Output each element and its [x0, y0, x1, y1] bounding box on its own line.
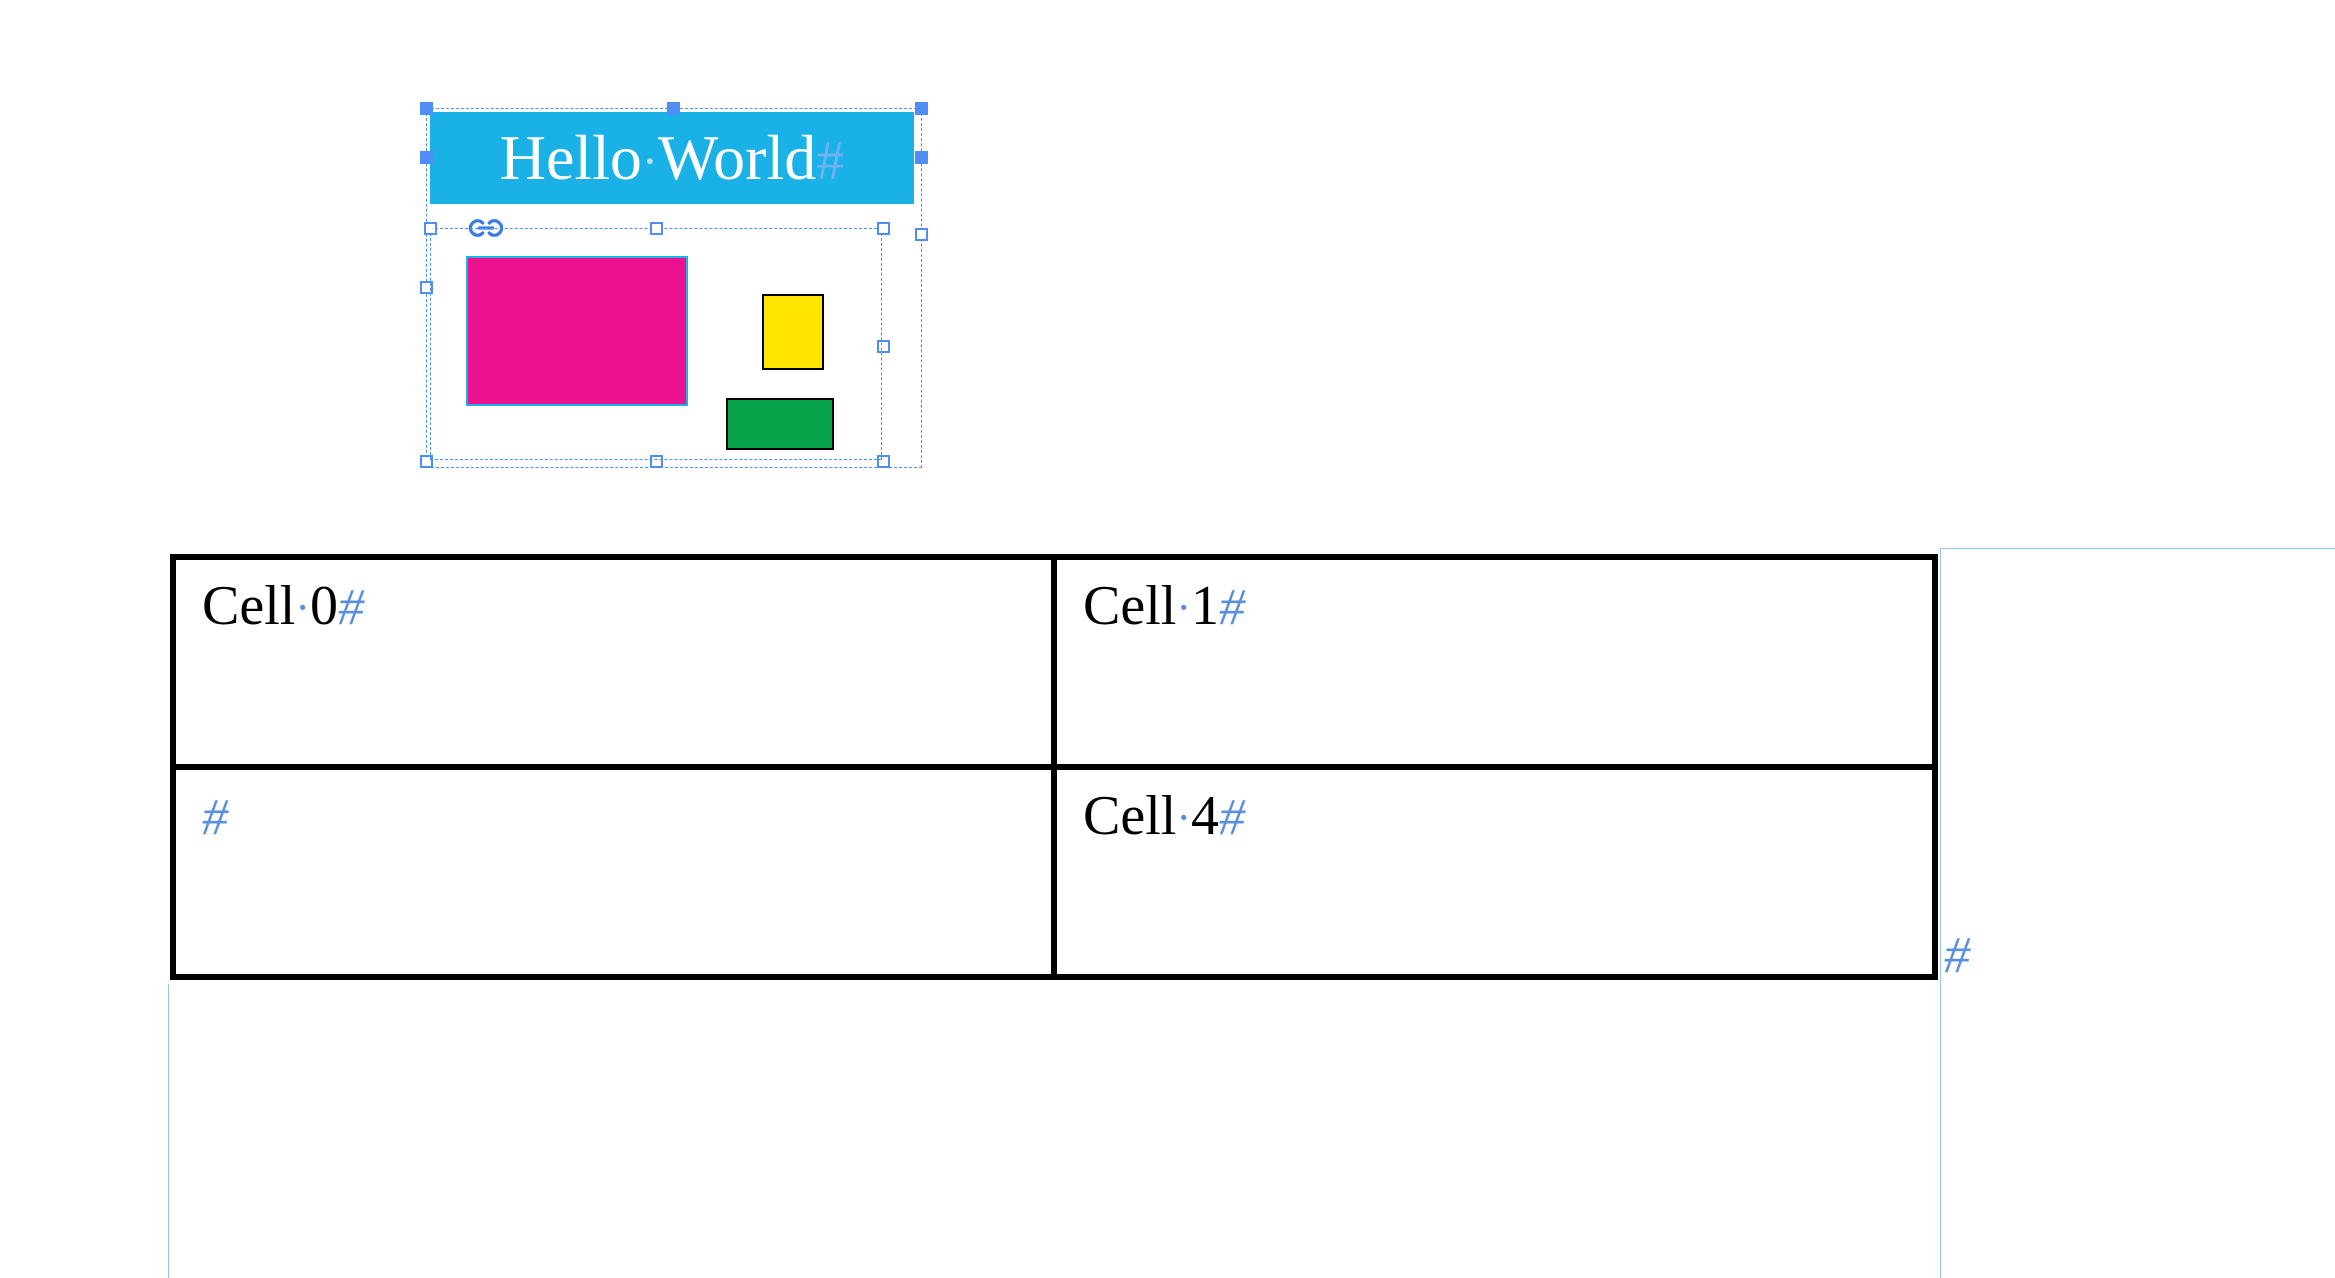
- space-mark-icon: ·: [295, 583, 310, 632]
- paragraph-mark-icon: #: [202, 789, 228, 846]
- text-frame-right-edge: [1940, 548, 1941, 1278]
- layout-table[interactable]: Cell·0# Cell·1# # Cell·4#: [170, 554, 1938, 980]
- selection-handle[interactable]: [650, 222, 663, 235]
- selection-handle[interactable]: [424, 222, 437, 235]
- space-mark-icon: ·: [1176, 793, 1191, 842]
- cell-text-num: 1: [1191, 575, 1219, 637]
- selection-handle[interactable]: [420, 151, 433, 164]
- table-cell-3[interactable]: Cell·4#: [1054, 767, 1935, 977]
- table-cell-1[interactable]: Cell·1#: [1054, 557, 1935, 767]
- selected-group[interactable]: Hello·World#: [426, 108, 922, 468]
- cell-text-word: Cell: [1083, 575, 1176, 637]
- paragraph-mark-icon: #: [1944, 926, 1970, 985]
- paragraph-mark-icon: #: [1219, 789, 1245, 846]
- cell-text-word: Cell: [1083, 785, 1176, 847]
- table-row: Cell·0# Cell·1#: [173, 557, 1935, 767]
- table-cell-2[interactable]: #: [173, 767, 1054, 977]
- table-cell-0[interactable]: Cell·0#: [173, 557, 1054, 767]
- selection-handle[interactable]: [915, 102, 928, 115]
- selection-bounding-box-graphic: [430, 228, 882, 460]
- selection-handle[interactable]: [915, 151, 928, 164]
- paragraph-mark-icon: #: [338, 579, 364, 636]
- cell-text-num: 4: [1191, 785, 1219, 847]
- table-row: # Cell·4#: [173, 767, 1935, 977]
- text-frame-left-edge: [168, 984, 169, 1278]
- cell-text-word: Cell: [202, 575, 295, 637]
- selection-handle[interactable]: [667, 102, 680, 115]
- cell-text-num: 0: [310, 575, 338, 637]
- text-frame-top-edge: [1940, 548, 2335, 549]
- selection-handle[interactable]: [915, 228, 928, 241]
- selection-handle[interactable]: [877, 222, 890, 235]
- selection-handle[interactable]: [420, 102, 433, 115]
- paragraph-mark-icon: #: [1219, 579, 1245, 636]
- space-mark-icon: ·: [1176, 583, 1191, 632]
